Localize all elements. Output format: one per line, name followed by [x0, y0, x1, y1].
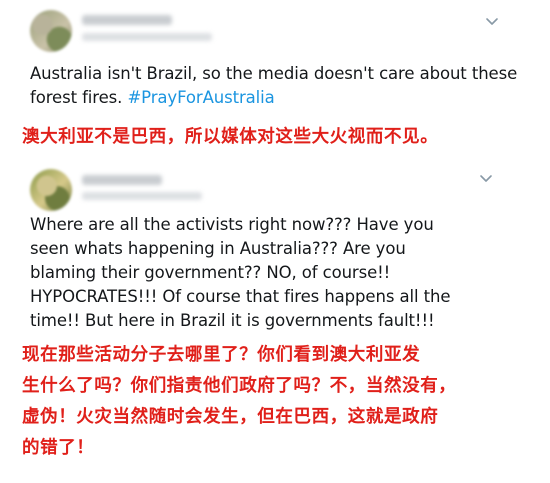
translation-line: 现在那些活动分子去哪里了？你们看到澳大利亚发	[22, 345, 421, 365]
translation-line: 生什么了吗？你们指责他们政府了吗？不，当然没有，	[22, 376, 457, 396]
user-handle[interactable]	[82, 192, 202, 200]
translation-line: 的错了！	[22, 438, 95, 458]
user-handle[interactable]	[82, 33, 212, 41]
hashtag-link[interactable]: #PrayForAustralia	[127, 88, 274, 107]
tweet-card: Where are all the activists right now???…	[0, 163, 550, 483]
chinese-translation: 现在那些活动分子去哪里了？你们看到澳大利亚发 生什么了吗？你们指责他们政府了吗？…	[22, 340, 537, 464]
display-name[interactable]	[82, 175, 162, 185]
tweet-line: seen whats happening in Australia??? Are…	[30, 239, 406, 258]
tweet-text: Where are all the activists right now???…	[30, 213, 535, 333]
avatar[interactable]	[30, 169, 72, 211]
chevron-down-icon[interactable]	[476, 169, 496, 189]
chinese-translation: 澳大利亚不是巴西，所以媒体对这些大火视而不见。	[22, 122, 537, 153]
tweet-text: Australia isn't Brazil, so the media doe…	[30, 62, 535, 110]
tweet-line: time!! But here in Brazil it is governme…	[30, 311, 435, 330]
translation-line: 澳大利亚不是巴西，所以媒体对这些大火视而不见。	[22, 127, 439, 147]
tweet-line: Where are all the activists right now???…	[30, 215, 434, 234]
translation-line: 虚伪！火灾当然随时会发生，但在巴西，这就是政府	[22, 407, 439, 427]
display-name[interactable]	[82, 15, 172, 25]
tweet-line: HYPOCRATES!!! Of course that fires happe…	[30, 287, 451, 306]
tweet-card: Australia isn't Brazil, so the media doe…	[0, 0, 550, 163]
chevron-down-icon[interactable]	[482, 12, 502, 32]
avatar[interactable]	[30, 10, 72, 52]
tweet-line: blaming their government?? NO, of course…	[30, 263, 391, 282]
